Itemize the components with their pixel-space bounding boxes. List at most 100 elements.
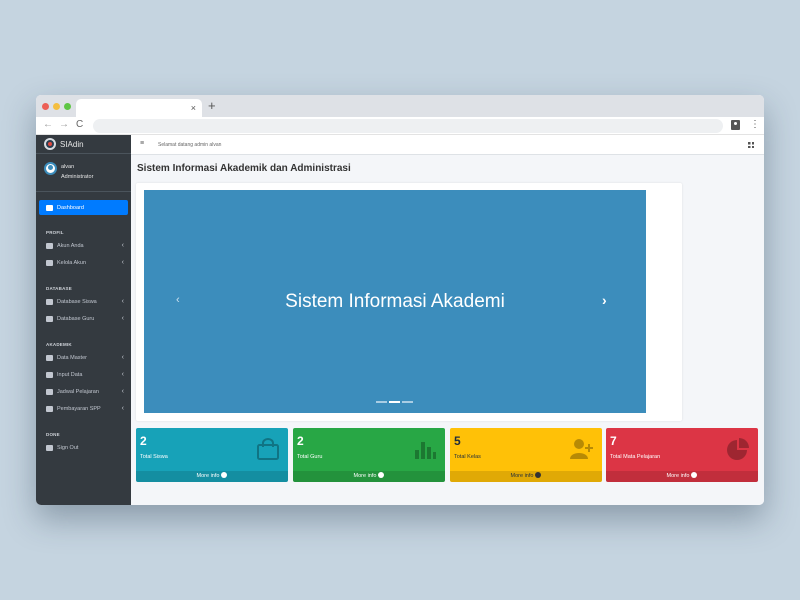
sidebar-item-label: Pembayaran SPP xyxy=(57,405,101,412)
carousel: ‹ Sistem Informasi Akademi › xyxy=(144,190,646,413)
forward-button[interactable]: → xyxy=(59,119,69,131)
brand-name: SIAdin xyxy=(60,139,84,149)
sidebar-item-label: Dashboard xyxy=(57,204,84,211)
stat-box-siswa: 2 Total Siswa More info xyxy=(136,428,288,482)
more-info-link[interactable]: More info xyxy=(606,471,758,482)
carousel-card: ‹ Sistem Informasi Akademi › xyxy=(136,183,682,421)
stat-box-guru: 2 Total Guru More info xyxy=(293,428,445,482)
sidebar-item-database-siswa[interactable]: Database Siswa ‹ xyxy=(36,293,131,310)
menu-header: DONE xyxy=(46,432,60,437)
pie-chart-icon xyxy=(727,438,749,460)
sidebar-item-label: Input Data xyxy=(57,371,83,378)
carousel-indicator[interactable] xyxy=(402,401,413,403)
sidebar-item-label: Jadwal Pelajaran xyxy=(57,388,99,395)
address-bar[interactable] xyxy=(93,119,723,133)
close-window-button[interactable] xyxy=(42,103,49,110)
stat-value: 7 xyxy=(610,434,617,448)
browser-menu-button[interactable]: ⋮ xyxy=(750,119,760,131)
sidebar-item-dashboard[interactable]: Dashboard xyxy=(39,200,128,215)
sidebar-item-label: Database Siswa xyxy=(57,298,97,305)
chevron-left-icon: ‹ xyxy=(121,298,124,305)
avatar[interactable] xyxy=(44,162,57,175)
stat-box-mapel: 7 Total Mata Pelajaran More info xyxy=(606,428,758,482)
arrow-circle-right-icon xyxy=(378,471,385,478)
sidebar-item-label: Sign Out xyxy=(57,444,79,451)
carousel-next-icon[interactable]: › xyxy=(602,292,607,308)
sidebar-item-data-master[interactable]: Data Master ‹ xyxy=(36,349,131,366)
tab-close-icon[interactable]: × xyxy=(191,102,196,114)
sidebar-item-pembayaran-spp[interactable]: Pembayaran SPP ‹ xyxy=(36,400,131,417)
more-info-label: More info xyxy=(353,473,377,479)
sidebar-item-label: Data Master xyxy=(57,354,87,361)
calendar-icon xyxy=(46,388,53,395)
sidebar-item-label: Akun Anda xyxy=(57,242,84,249)
stat-boxes: 2 Total Siswa More info 2 Total Guru Mor… xyxy=(136,428,759,482)
stat-value: 2 xyxy=(297,434,304,448)
more-info-label: More info xyxy=(196,473,220,479)
stat-label: Total Mata Pelajaran xyxy=(610,454,661,460)
arrow-circle-right-icon xyxy=(691,471,698,478)
maximize-window-button[interactable] xyxy=(64,103,71,110)
stat-box-kelas: 5 Total Kelas More info xyxy=(450,428,602,482)
more-info-label: More info xyxy=(510,473,534,479)
menu-header: DATABASE xyxy=(46,286,72,291)
chevron-left-icon: ‹ xyxy=(121,405,124,412)
home-icon xyxy=(46,204,53,211)
tab-bar: × + xyxy=(36,95,764,117)
user-icon xyxy=(46,242,53,249)
more-info-link[interactable]: More info xyxy=(293,471,445,482)
book-icon xyxy=(46,354,53,361)
sidebar-item-jadwal-pelajaran[interactable]: Jadwal Pelajaran ‹ xyxy=(36,383,131,400)
money-icon xyxy=(46,405,53,412)
stat-value: 5 xyxy=(454,434,461,448)
chalkboard-icon xyxy=(46,315,53,322)
browser-window: × + ← → C ⋮ SIAdin alvan Administrator D… xyxy=(36,95,764,505)
top-navbar: ≡ Selamat datang admin alvan xyxy=(131,135,764,155)
chevron-left-icon: ‹ xyxy=(121,388,124,395)
main-content: ≡ Selamat datang admin alvan Sistem Info… xyxy=(131,135,764,505)
chevron-left-icon: ‹ xyxy=(121,371,124,378)
sidebar-item-akun-anda[interactable]: Akun Anda ‹ xyxy=(36,237,131,254)
sidebar-item-kelola-akun[interactable]: Kelola Akun ‹ xyxy=(36,254,131,271)
arrow-circle-right-icon xyxy=(221,471,228,478)
welcome-text: Selamat datang admin alvan xyxy=(158,142,222,148)
sidebar-item-sign-out[interactable]: Sign Out xyxy=(36,439,131,456)
more-info-link[interactable]: More info xyxy=(450,471,602,482)
menu-header: PROFIL xyxy=(46,230,64,235)
chevron-left-icon: ‹ xyxy=(121,242,124,249)
chevron-left-icon: ‹ xyxy=(121,315,124,322)
browser-toolbar: ← → C ⋮ xyxy=(36,117,764,135)
stat-label: Total Siswa xyxy=(140,454,168,460)
stat-label: Total Kelas xyxy=(454,454,481,460)
plus-circle-icon xyxy=(46,371,53,378)
minimize-window-button[interactable] xyxy=(53,103,60,110)
page-title: Sistem Informasi Akademik dan Administra… xyxy=(137,163,351,174)
user-plus-icon xyxy=(570,439,593,459)
more-info-link[interactable]: More info xyxy=(136,471,288,482)
sidebar-item-database-guru[interactable]: Database Guru ‹ xyxy=(36,310,131,327)
back-button[interactable]: ← xyxy=(43,119,53,131)
sidebar-item-input-data[interactable]: Input Data ‹ xyxy=(36,366,131,383)
carousel-caption: Sistem Informasi Akademi xyxy=(285,291,505,312)
brand-logo-icon xyxy=(44,138,56,150)
stat-label: Total Guru xyxy=(297,454,323,460)
browser-tab[interactable]: × xyxy=(76,99,202,117)
brand[interactable]: SIAdin xyxy=(36,135,131,154)
profile-icon[interactable] xyxy=(731,120,740,130)
reload-button[interactable]: C xyxy=(76,119,83,131)
app: SIAdin alvan Administrator Dashboard PROF… xyxy=(36,135,764,505)
new-tab-button[interactable]: + xyxy=(208,98,216,114)
user-name[interactable]: alvan xyxy=(61,164,74,170)
sidebar-item-label: Database Guru xyxy=(57,315,95,322)
user-panel: alvan Administrator xyxy=(36,154,131,192)
chevron-left-icon: ‹ xyxy=(121,259,124,266)
chevron-left-icon: ‹ xyxy=(121,354,124,361)
sign-out-icon xyxy=(46,444,53,451)
user-role: Administrator xyxy=(61,174,94,180)
users-icon xyxy=(46,298,53,305)
grid-icon[interactable] xyxy=(748,142,754,148)
carousel-indicator[interactable] xyxy=(389,401,400,403)
carousel-indicator[interactable] xyxy=(376,401,387,403)
sidebar-item-label: Kelola Akun xyxy=(57,259,87,266)
menu-toggle-icon[interactable]: ≡ xyxy=(140,140,144,147)
